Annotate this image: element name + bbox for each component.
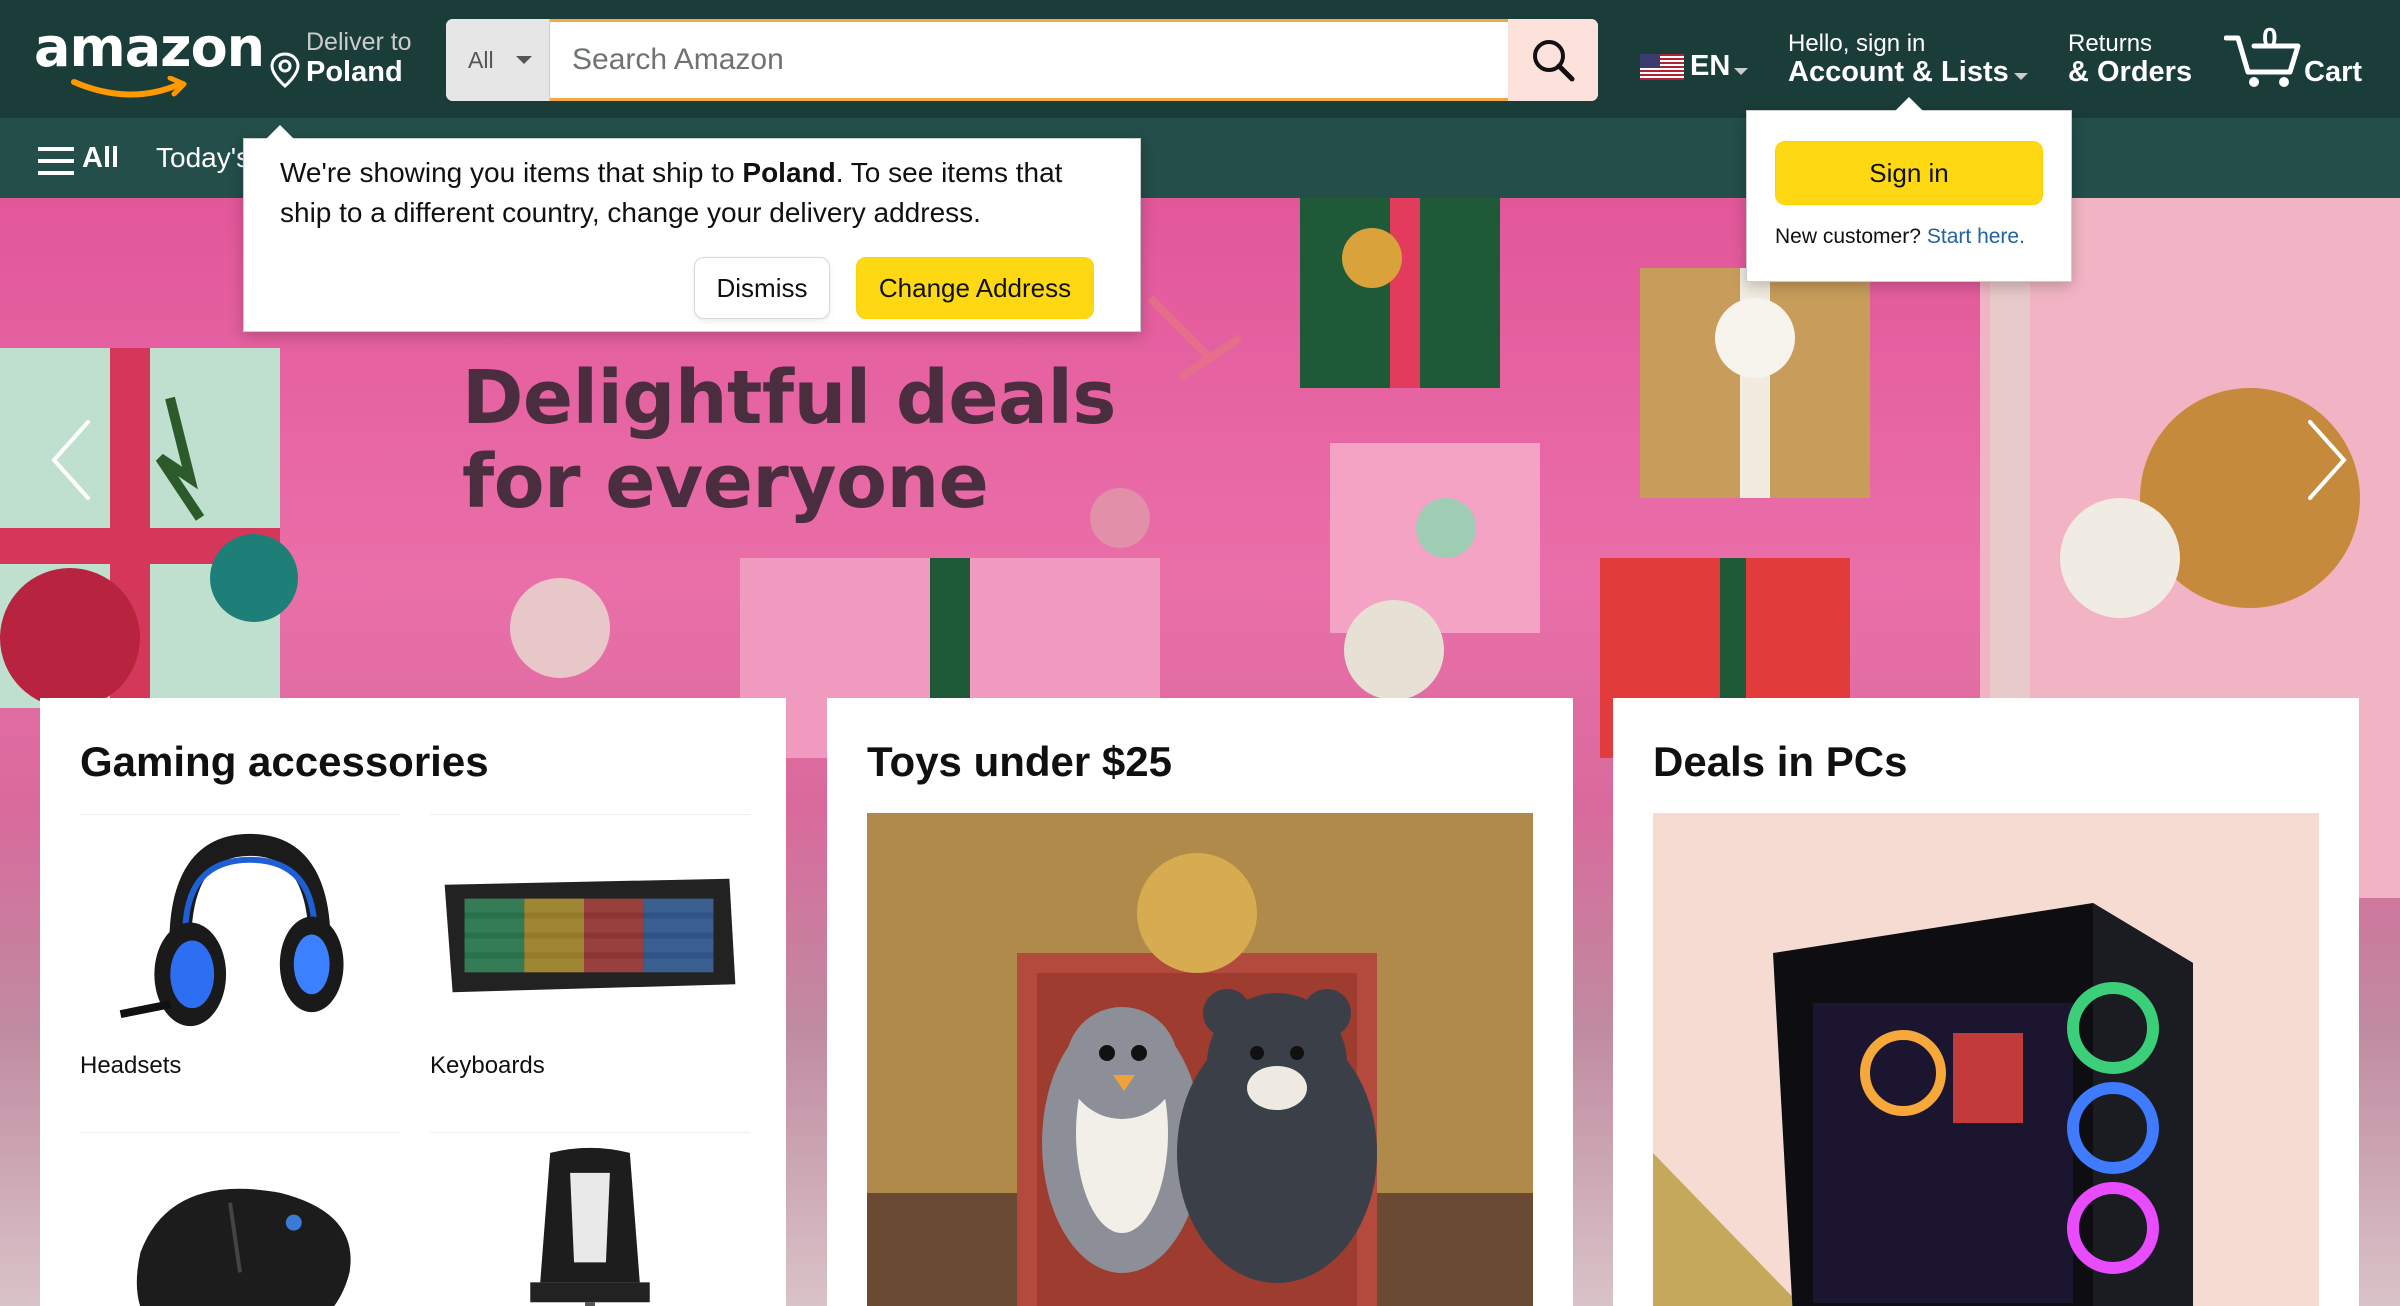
search-category-label: All xyxy=(468,47,494,73)
quad-label: Headsets xyxy=(80,1052,182,1079)
chevron-left-icon[interactable] xyxy=(42,410,102,510)
orders-label: & Orders xyxy=(2068,56,2193,88)
quad-label: Keyboards xyxy=(430,1052,545,1079)
account-greeting: Hello, sign in xyxy=(1788,30,1926,57)
returns-orders[interactable]: Returns & Orders xyxy=(2068,28,2208,96)
returns-label: Returns xyxy=(2068,30,2153,57)
headset-image xyxy=(80,814,400,1027)
card-title: Gaming accessories xyxy=(80,738,489,785)
hero-headline-line2: for everyone xyxy=(462,439,989,525)
cart[interactable]: 0 Cart xyxy=(2224,18,2374,98)
page: amazon Deliver to Poland All Search Amaz… xyxy=(0,0,2400,1306)
mouse-image xyxy=(80,1132,400,1306)
hero-headline: Delightful deals for everyone xyxy=(462,356,1116,524)
keyboard-image xyxy=(430,814,750,993)
card-title: Deals in PCs xyxy=(1653,738,1908,785)
change-address-button[interactable]: Change Address xyxy=(856,257,1094,319)
chevron-down-icon xyxy=(2014,73,2028,80)
logo-text: amazon xyxy=(34,16,265,79)
sign-in-popover: Sign in New customer? Start here. xyxy=(1746,97,2072,282)
start-here-link[interactable]: Start here. xyxy=(1927,225,2025,248)
deliver-label: Deliver to xyxy=(306,28,412,56)
hero-headline-line1: Delightful deals xyxy=(462,355,1116,441)
new-customer-text: New customer? Start here. xyxy=(1775,225,2025,249)
cart-count: 0 xyxy=(2262,22,2278,53)
deliver-to[interactable]: Deliver to Poland xyxy=(268,26,438,94)
search-category-select[interactable]: All xyxy=(446,19,550,101)
ship-message-country: Poland xyxy=(742,157,836,188)
gaming-pc-image[interactable] xyxy=(1653,813,2319,1306)
card-gaming-accessories: Gaming accessories Headsets Keyboards xyxy=(40,698,786,1306)
chevron-down-icon xyxy=(516,56,532,64)
ship-message-before: We're showing you items that ship to xyxy=(280,157,743,188)
logo-smile-icon xyxy=(71,76,187,98)
cart-label: Cart xyxy=(2304,56,2363,88)
card-title: Toys under $25 xyxy=(867,738,1172,785)
search-input[interactable] xyxy=(550,19,1500,101)
subnav-item-todays-deals[interactable]: Today's xyxy=(156,142,250,174)
popover-arrow xyxy=(266,125,294,139)
dismiss-button[interactable]: Dismiss xyxy=(694,257,830,319)
us-flag-icon xyxy=(1640,54,1684,80)
account-label: Account & Lists xyxy=(1788,56,2009,88)
all-label: All xyxy=(82,142,120,174)
account-lists[interactable]: Hello, sign in Account & Lists xyxy=(1788,28,2028,96)
language-label: EN xyxy=(1690,50,1731,82)
card-toys-under-25: Toys under $25 xyxy=(827,698,1573,1306)
search-icon xyxy=(1533,40,1575,82)
search-bar: All xyxy=(446,19,1598,101)
ship-popover-message: We're showing you items that ship to Pol… xyxy=(280,153,1100,233)
plush-toys-image[interactable] xyxy=(867,813,1533,1306)
deliver-country: Poland xyxy=(306,56,403,88)
search-button[interactable] xyxy=(1508,19,1598,101)
popover-arrow xyxy=(1895,97,1923,111)
new-customer-label: New customer? xyxy=(1775,225,1921,248)
sign-in-button[interactable]: Sign in xyxy=(1775,141,2043,205)
hamburger-icon xyxy=(38,147,74,175)
chevron-down-icon xyxy=(1734,68,1748,75)
ship-to-popover: We're showing you items that ship to Pol… xyxy=(243,125,1141,332)
location-pin-icon xyxy=(270,52,300,88)
chevron-right-icon[interactable] xyxy=(2296,410,2356,510)
top-navbar: amazon Deliver to Poland All Search Amaz… xyxy=(0,0,2400,118)
amazon-logo[interactable]: amazon xyxy=(34,16,265,98)
chair-image xyxy=(430,1132,750,1306)
card-deals-in-pcs: Deals in PCs xyxy=(1613,698,2359,1306)
